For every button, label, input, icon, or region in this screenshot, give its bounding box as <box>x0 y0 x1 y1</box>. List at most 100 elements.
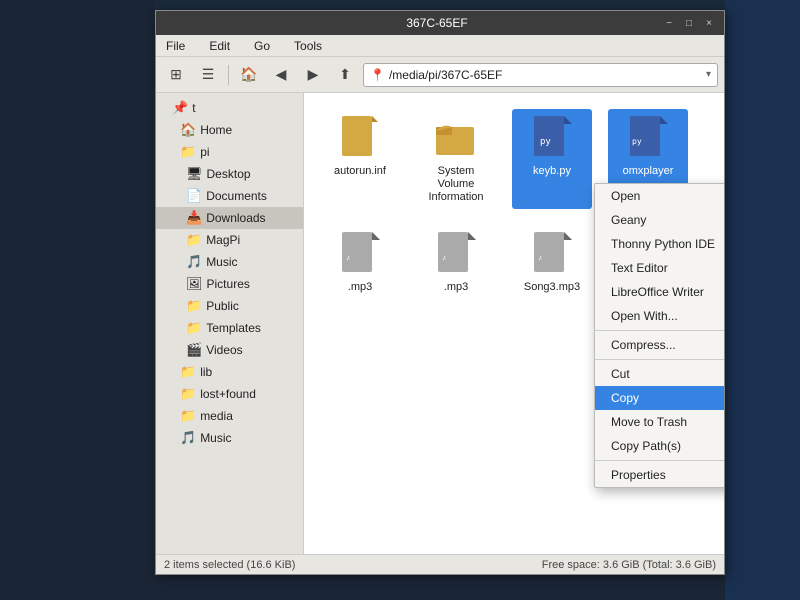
sidebar-item-home[interactable]: 🏠 Home <box>156 119 303 141</box>
file-icon-mp3-2: ♪ <box>432 229 480 277</box>
file-manager-window: 367C-65EF − □ × File Edit Go Tools ⊞ ☰ 🏠… <box>155 10 725 575</box>
file-item-autorun[interactable]: autorun.inf <box>320 109 400 209</box>
minimize-button[interactable]: − <box>662 16 676 30</box>
location-icon: 📍 <box>370 68 385 82</box>
desktop-icon: 🖥 <box>186 166 203 182</box>
sidebar-item-videos[interactable]: 🎬 Videos <box>156 339 303 361</box>
file-item-song3[interactable]: ♪ Song3.mp3 <box>512 225 592 298</box>
sidebar-item-lib[interactable]: 📁 lib <box>156 361 303 383</box>
magpi-icon: 📁 <box>186 232 202 248</box>
documents-icon: 📄 <box>186 188 202 204</box>
list-view-button[interactable]: ☰ <box>194 61 222 89</box>
menu-edit[interactable]: Edit <box>203 37 236 55</box>
file-icon-omxplayer: py <box>624 113 672 161</box>
media-icon: 📁 <box>180 408 196 424</box>
folder-icon: 📁 <box>180 144 196 160</box>
menu-go[interactable]: Go <box>248 37 276 55</box>
file-icon-mp3-1: ♪ <box>336 229 384 277</box>
address-text: /media/pi/367C-65EF <box>389 68 702 82</box>
file-item-mp3-1[interactable]: ♪ .mp3 <box>320 225 400 298</box>
file-item-sysvolinfo[interactable]: System Volume Information <box>416 109 496 209</box>
file-icon-keyb: py <box>528 113 576 161</box>
sidebar-item-desktop[interactable]: 🖥 Desktop <box>156 163 303 185</box>
sidebar-item-lost-found[interactable]: 📁 lost+found <box>156 383 303 405</box>
window-controls: − □ × <box>662 16 716 30</box>
ctx-properties[interactable]: Properties <box>595 463 724 487</box>
sidebar-item-pi[interactable]: 📁 pi <box>156 141 303 163</box>
status-selection: 2 items selected (16.6 KiB) <box>164 559 295 571</box>
file-label-autorun: autorun.inf <box>334 165 386 178</box>
file-icon-song3: ♪ <box>528 229 576 277</box>
file-label-song3: Song3.mp3 <box>524 281 580 294</box>
ctx-libreoffice[interactable]: LibreOffice Writer <box>595 280 724 304</box>
ctx-geany[interactable]: Geany <box>595 208 724 232</box>
public-icon: 📁 <box>186 298 202 314</box>
file-label-sysvolinfo: System Volume Information <box>420 165 492 205</box>
pictures-icon: 🖼 <box>186 276 203 292</box>
file-label-omxplayer: omxplayer <box>623 165 674 178</box>
sidebar-item-pictures[interactable]: 🖼 Pictures <box>156 273 303 295</box>
sidebar-item-magpi[interactable]: 📁 MagPi <box>156 229 303 251</box>
file-item-keyb[interactable]: py keyb.py <box>512 109 592 209</box>
back-button[interactable]: ◀ <box>267 61 295 89</box>
sidebar-item-templates[interactable]: 📁 Templates <box>156 317 303 339</box>
close-button[interactable]: × <box>702 16 716 30</box>
sidebar-item-media[interactable]: 📁 media <box>156 405 303 427</box>
file-label-keyb: keyb.py <box>533 165 571 178</box>
main-area: 📌 t 🏠 Home 📁 pi 🖥 Desktop 📄 Documents 📥 <box>156 93 724 554</box>
forward-button[interactable]: ▶ <box>299 61 327 89</box>
ctx-move-trash[interactable]: Move to Trash <box>595 410 724 434</box>
sidebar-item-documents[interactable]: 📄 Documents <box>156 185 303 207</box>
ctx-cut[interactable]: Cut <box>595 362 724 386</box>
ctx-thonny[interactable]: Thonny Python IDE <box>595 232 724 256</box>
maximize-button[interactable]: □ <box>682 16 696 30</box>
svg-text:♪: ♪ <box>538 253 542 262</box>
home-icon: 🏠 <box>180 122 196 138</box>
ctx-sep-1 <box>595 330 724 331</box>
statusbar: 2 items selected (16.6 KiB) Free space: … <box>156 554 724 574</box>
ctx-copy[interactable]: Copy <box>595 386 724 410</box>
ctx-compress[interactable]: Compress... <box>595 333 724 357</box>
file-icon-sysvolinfo <box>432 113 480 161</box>
toolbar: ⊞ ☰ 🏠 ◀ ▶ ⬆ 📍 /media/pi/367C-65EF ▾ <box>156 57 724 93</box>
menu-tools[interactable]: Tools <box>288 37 328 55</box>
ctx-copy-path[interactable]: Copy Path(s) <box>595 434 724 458</box>
ctx-text-editor[interactable]: Text Editor <box>595 256 724 280</box>
file-item-mp3-2[interactable]: ♪ .mp3 <box>416 225 496 298</box>
context-menu: Open Geany Thonny Python IDE Text Editor… <box>594 183 724 488</box>
titlebar: 367C-65EF − □ × <box>156 11 724 35</box>
sidebar-item-downloads[interactable]: 📥 Downloads <box>156 207 303 229</box>
svg-text:♪: ♪ <box>442 253 446 262</box>
window-title: 367C-65EF <box>212 16 662 30</box>
lib-icon: 📁 <box>180 364 196 380</box>
sidebar-item-t[interactable]: 📌 t <box>156 97 303 119</box>
lost-found-icon: 📁 <box>180 386 196 402</box>
ctx-sep-2 <box>595 359 724 360</box>
menu-file[interactable]: File <box>160 37 191 55</box>
sidebar-item-music2[interactable]: 🎵 Music <box>156 427 303 449</box>
sidebar-item-public[interactable]: 📁 Public <box>156 295 303 317</box>
pin-icon: 📌 <box>172 100 188 116</box>
address-dropdown-icon[interactable]: ▾ <box>706 69 711 80</box>
ctx-open-with[interactable]: Open With... <box>595 304 724 328</box>
file-area: autorun.inf System Volume Information <box>304 93 724 554</box>
templates-icon: 📁 <box>186 320 202 336</box>
music2-icon: 🎵 <box>180 430 196 446</box>
status-freespace: Free space: 3.6 GiB (Total: 3.6 GiB) <box>542 559 716 571</box>
videos-icon: 🎬 <box>186 342 202 358</box>
svg-text:py: py <box>632 137 642 146</box>
ctx-open[interactable]: Open <box>595 184 724 208</box>
sidebar: 📌 t 🏠 Home 📁 pi 🖥 Desktop 📄 Documents 📥 <box>156 93 304 554</box>
grid-view-button[interactable]: ⊞ <box>162 61 190 89</box>
home-button[interactable]: 🏠 <box>235 61 263 89</box>
file-icon-autorun <box>336 113 384 161</box>
svg-text:♪: ♪ <box>346 253 350 262</box>
svg-text:py: py <box>540 137 551 147</box>
music-icon: 🎵 <box>186 254 202 270</box>
up-button[interactable]: ⬆ <box>331 61 359 89</box>
file-label-mp3-2: .mp3 <box>444 281 468 294</box>
address-bar[interactable]: 📍 /media/pi/367C-65EF ▾ <box>363 63 718 87</box>
ctx-sep-3 <box>595 460 724 461</box>
file-label-mp3-1: .mp3 <box>348 281 372 294</box>
sidebar-item-music[interactable]: 🎵 Music <box>156 251 303 273</box>
